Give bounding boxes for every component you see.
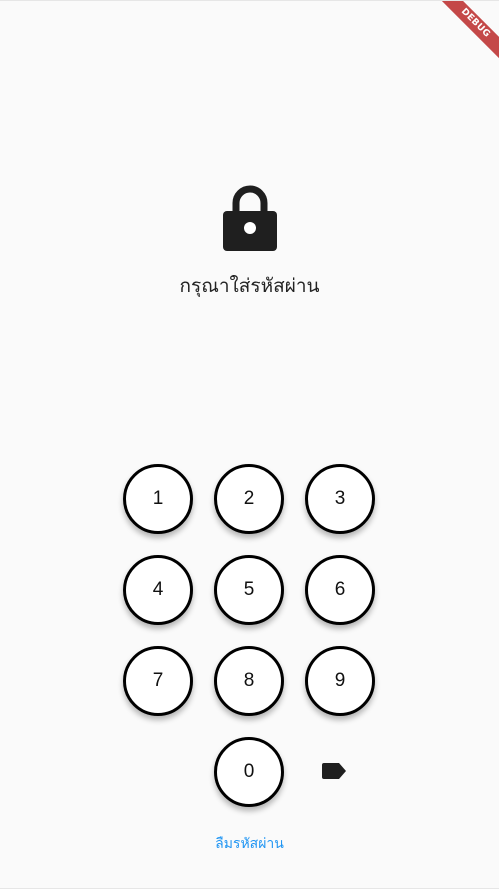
key-1[interactable]: 1 — [123, 464, 193, 534]
key-6-label: 6 — [334, 579, 346, 600]
key-5[interactable]: 5 — [214, 555, 284, 625]
forgot-password-link[interactable]: ลืมรหัสผ่าน — [0, 833, 499, 855]
key-2-label: 2 — [243, 488, 255, 509]
backspace-button[interactable] — [314, 753, 354, 793]
key-1-label: 1 — [152, 488, 164, 509]
key-3-label: 3 — [334, 488, 346, 509]
key-9[interactable]: 9 — [305, 646, 375, 716]
key-5-label: 5 — [243, 579, 255, 600]
key-7-label: 7 — [152, 670, 164, 691]
key-8-label: 8 — [243, 670, 255, 691]
key-4[interactable]: 4 — [123, 555, 193, 625]
key-8[interactable]: 8 — [214, 646, 284, 716]
debug-banner: DEBUG — [429, 1, 499, 71]
enter-password-prompt: กรุณาใส่รหัสผ่าน — [179, 275, 320, 297]
key-3[interactable]: 3 — [305, 464, 375, 534]
lock-icon — [222, 181, 278, 253]
debug-label: DEBUG — [434, 1, 499, 65]
key-0-label: 0 — [243, 761, 255, 782]
backspace-icon — [321, 762, 347, 784]
key-7[interactable]: 7 — [123, 646, 193, 716]
key-2[interactable]: 2 — [214, 464, 284, 534]
key-9-label: 9 — [334, 670, 346, 691]
key-6[interactable]: 6 — [305, 555, 375, 625]
key-0[interactable]: 0 — [214, 737, 284, 807]
lock-screen: DEBUG กรุณาใส่รหัสผ่าน 1 2 3 4 5 6 7 8 9… — [0, 0, 499, 889]
key-4-label: 4 — [152, 579, 164, 600]
